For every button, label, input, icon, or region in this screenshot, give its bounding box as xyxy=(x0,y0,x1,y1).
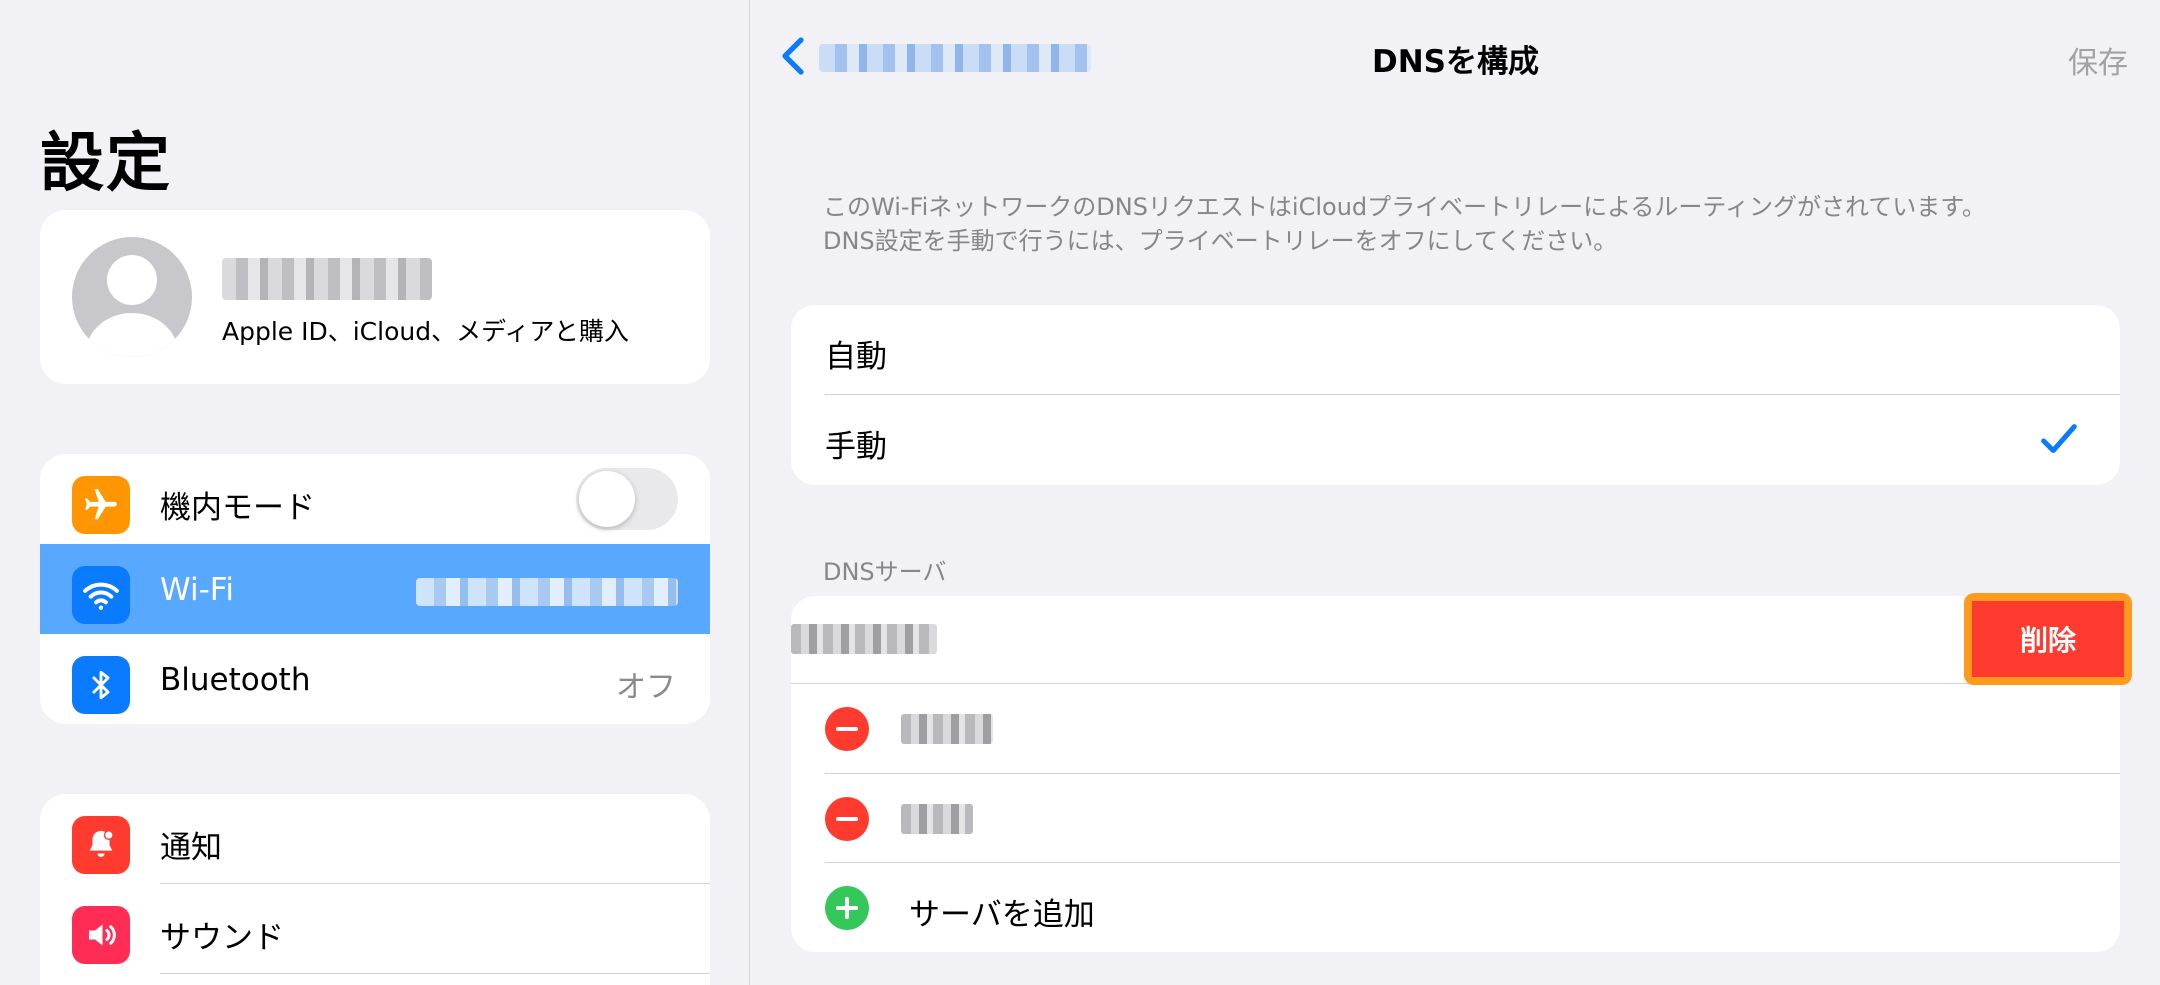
general-settings-group: 通知 サウンド xyxy=(40,794,710,985)
add-server-icon xyxy=(825,886,869,930)
sidebar-item-label: Bluetooth xyxy=(160,662,311,698)
airplane-icon xyxy=(72,476,130,534)
settings-sidebar: 設定 Apple ID、iCloud、メディアと購入 機内モード Wi-Fi B… xyxy=(0,0,750,985)
dns-server-address-redacted xyxy=(791,624,937,654)
sidebar-title: 設定 xyxy=(40,127,172,201)
delete-highlight: 削除 xyxy=(1964,593,2132,685)
sidebar-item-airplane-mode[interactable]: 機内モード xyxy=(40,454,710,544)
speaker-icon xyxy=(72,906,130,964)
add-server-row[interactable]: サーバを追加 xyxy=(791,863,2120,952)
divider xyxy=(160,973,710,974)
dns-server-row[interactable] xyxy=(791,774,2120,863)
dns-detail-pane: DNSを構成 保存 このWi-FiネットワークのDNSリクエストはiCloudプ… xyxy=(751,0,2160,985)
dns-mode-group: 自動 手動 xyxy=(791,305,2120,485)
remove-server-icon[interactable] xyxy=(825,797,869,841)
account-name-redacted xyxy=(222,258,432,300)
dns-servers-group: サーバを追加 xyxy=(791,596,2120,952)
delete-button[interactable]: 削除 xyxy=(1972,601,2124,677)
save-button[interactable]: 保存 xyxy=(2068,38,2128,82)
page-title: DNSを構成 xyxy=(1371,44,1539,80)
sidebar-item-label: 通知 xyxy=(160,830,222,866)
bluetooth-status: オフ xyxy=(616,670,676,705)
apple-id-card[interactable]: Apple ID、iCloud、メディアと購入 xyxy=(40,210,710,384)
sidebar-item-notifications[interactable]: 通知 xyxy=(40,794,710,884)
sidebar-item-bluetooth[interactable]: Bluetooth オフ xyxy=(40,634,710,724)
dns-mode-automatic[interactable]: 自動 xyxy=(791,305,2120,395)
private-relay-note: このWi-FiネットワークのDNSリクエストはiCloudプライベートリレーによ… xyxy=(823,190,2103,258)
apple-id-subtitle: Apple ID、iCloud、メディアと購入 xyxy=(222,317,629,346)
mode-label: 自動 xyxy=(825,339,887,375)
dns-servers-header: DNSサーバ xyxy=(823,558,947,586)
wifi-network-name-redacted xyxy=(416,578,678,606)
bell-icon xyxy=(72,816,130,874)
airplane-mode-toggle[interactable] xyxy=(576,468,678,530)
dns-server-row[interactable] xyxy=(791,684,2120,773)
checkmark-icon xyxy=(2041,424,2077,454)
bluetooth-icon xyxy=(72,656,130,714)
sidebar-item-wifi[interactable]: Wi-Fi xyxy=(40,544,710,634)
avatar xyxy=(72,237,192,357)
dns-server-address-redacted xyxy=(901,714,993,744)
note-line-2: DNS設定を手動で行うには、プライベートリレーをオフにしてください。 xyxy=(823,227,1618,255)
sidebar-item-label: サウンド xyxy=(160,920,284,956)
sidebar-item-label: Wi-Fi xyxy=(160,572,234,608)
remove-server-icon[interactable] xyxy=(825,707,869,751)
mode-label: 手動 xyxy=(825,429,887,465)
dns-server-address-redacted xyxy=(901,804,973,834)
wifi-icon xyxy=(72,566,130,624)
dns-mode-manual[interactable]: 手動 xyxy=(791,395,2120,485)
dns-server-row-swiped[interactable] xyxy=(791,596,2120,685)
note-line-1: このWi-FiネットワークのDNSリクエストはiCloudプライベートリレーによ… xyxy=(823,193,1986,221)
network-settings-group: 機内モード Wi-Fi Bluetooth オフ xyxy=(40,454,710,724)
sidebar-item-sounds[interactable]: サウンド xyxy=(40,884,710,974)
sidebar-item-label: 機内モード xyxy=(160,490,315,526)
add-server-label: サーバを追加 xyxy=(909,897,1095,933)
